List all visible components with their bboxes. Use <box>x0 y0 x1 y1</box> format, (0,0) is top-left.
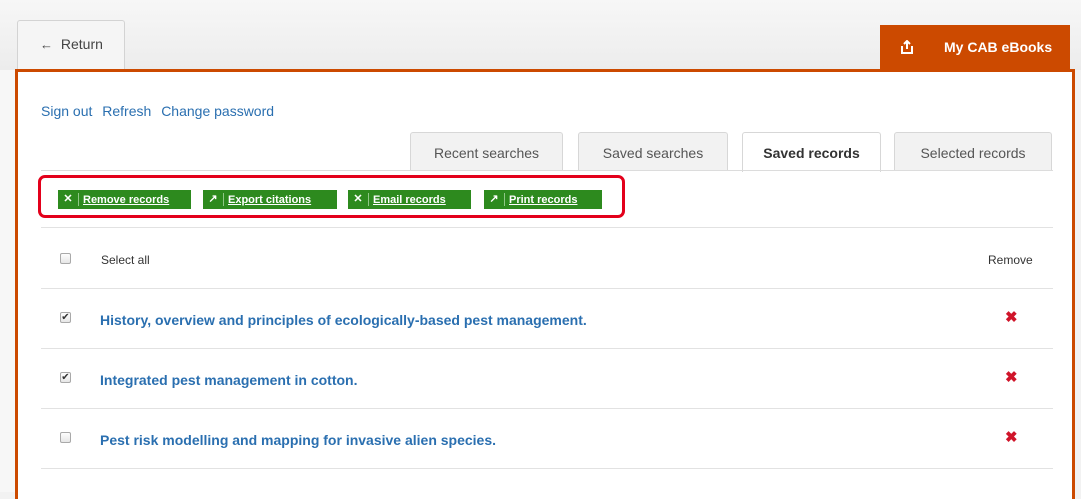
record-link-1[interactable]: History, overview and principles of ecol… <box>100 312 587 328</box>
return-button[interactable]: ← Return <box>17 20 125 70</box>
row-divider <box>41 348 1053 349</box>
list-divider <box>41 227 1053 228</box>
user-links: Sign out Refresh Change password <box>41 103 280 119</box>
page-edge <box>0 0 15 492</box>
print-records-label: Print records <box>509 193 578 206</box>
select-all-label: Select all <box>101 253 150 267</box>
external-link-icon: ↗ <box>484 193 505 206</box>
top-bar: ← Return My CAB eBooks <box>0 0 1081 70</box>
record-link-3[interactable]: Pest risk modelling and mapping for inva… <box>100 432 496 448</box>
export-citations-label: Export citations <box>228 193 312 206</box>
tab-saved-records[interactable]: Saved records <box>742 132 881 172</box>
left-arrow-icon: ← <box>40 37 53 52</box>
email-records-label: Email records <box>373 193 446 206</box>
change-password-link[interactable]: Change password <box>161 103 274 119</box>
select-all-checkbox[interactable] <box>60 253 71 264</box>
external-link-icon: ↗ <box>203 193 224 206</box>
row-divider <box>41 468 1053 469</box>
record-checkbox-2[interactable]: ✔ <box>60 372 71 383</box>
tabs-divider <box>41 170 1053 171</box>
print-records-button[interactable]: ↗ Print records <box>484 190 602 209</box>
sign-out-link[interactable]: Sign out <box>41 103 92 119</box>
email-records-button[interactable]: ✕ Email records <box>348 190 471 209</box>
refresh-link[interactable]: Refresh <box>102 103 151 119</box>
remove-records-label: Remove records <box>83 193 170 206</box>
close-icon: ✕ <box>348 193 369 206</box>
my-cab-ebooks-tab[interactable]: My CAB eBooks <box>880 25 1070 70</box>
account-panel: Sign out Refresh Change password Recent … <box>15 69 1075 499</box>
return-label: Return <box>60 36 103 52</box>
row-divider <box>41 408 1053 409</box>
tab-saved-searches[interactable]: Saved searches <box>578 132 728 170</box>
record-actions-highlight: ✕ Remove records ↗ Export citations ✕ Em… <box>38 175 625 218</box>
close-icon: ✕ <box>58 193 79 206</box>
remove-record-2-icon[interactable]: ✖ <box>1005 368 1018 386</box>
remove-records-button[interactable]: ✕ Remove records <box>58 190 191 209</box>
remove-record-1-icon[interactable]: ✖ <box>1005 308 1018 326</box>
export-citations-button[interactable]: ↗ Export citations <box>203 190 337 209</box>
row-divider <box>41 288 1053 289</box>
share-out-icon <box>901 40 913 54</box>
record-tabs: Recent searches Saved searches Saved rec… <box>18 132 1072 172</box>
my-cab-ebooks-label: My CAB eBooks <box>944 39 1053 55</box>
tab-selected-records[interactable]: Selected records <box>894 132 1052 170</box>
remove-column-header: Remove <box>988 253 1033 267</box>
record-checkbox-1[interactable]: ✔ <box>60 312 71 323</box>
record-checkbox-3[interactable] <box>60 432 71 443</box>
remove-record-3-icon[interactable]: ✖ <box>1005 428 1018 446</box>
record-link-2[interactable]: Integrated pest management in cotton. <box>100 372 357 388</box>
tab-recent-searches[interactable]: Recent searches <box>410 132 563 170</box>
